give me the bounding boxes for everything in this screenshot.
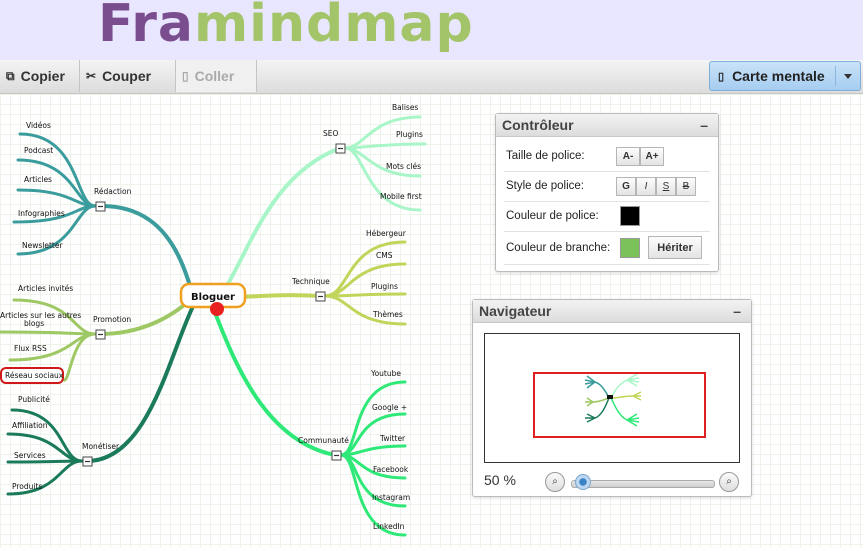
node-leaf[interactable]: Plugins bbox=[371, 282, 398, 291]
viewport-rect[interactable] bbox=[533, 372, 706, 438]
node-leaf[interactable]: Affiliation bbox=[12, 421, 48, 430]
node-technique[interactable]: Technique bbox=[291, 277, 330, 286]
branch-color-picker[interactable] bbox=[620, 238, 640, 258]
font-decrease-button[interactable]: A- bbox=[616, 147, 640, 166]
chevron-down-icon bbox=[844, 74, 852, 79]
underline-button[interactable]: S bbox=[656, 177, 676, 196]
node-leaf[interactable]: Thèmes bbox=[372, 310, 403, 319]
node-seo[interactable]: SEO bbox=[323, 129, 338, 138]
node-leaf[interactable]: Mobile first bbox=[380, 192, 422, 201]
navigator-panel: Navigateur – 50 % ⌕ ⌕ bbox=[472, 299, 752, 497]
app-logo: Framindmap bbox=[98, 0, 474, 54]
node-leaf[interactable]: Google + bbox=[372, 403, 407, 412]
node-leaf-selected[interactable]: Réseau sociaux bbox=[5, 371, 64, 380]
font-size-label: Taille de police: bbox=[506, 150, 585, 162]
controller-panel: Contrôleur – Taille de police: A- A+ Sty… bbox=[495, 113, 719, 272]
copy-icon: ⧉ bbox=[6, 68, 15, 83]
font-increase-button[interactable]: A+ bbox=[640, 147, 664, 166]
central-node-label: Bloguer bbox=[191, 292, 235, 303]
navigator-title: Navigateur bbox=[479, 303, 552, 319]
node-leaf[interactable]: Facebook bbox=[373, 465, 409, 474]
node-leaf[interactable]: Balises bbox=[392, 103, 418, 112]
document-icon: ▯ bbox=[718, 70, 725, 83]
node-leaf[interactable]: Newsletter bbox=[22, 241, 63, 250]
node-leaf[interactable]: Podcast bbox=[24, 146, 53, 155]
strikethrough-button[interactable]: B bbox=[676, 177, 696, 196]
minimize-icon[interactable]: – bbox=[700, 114, 708, 136]
node-leaf[interactable]: Flux RSS bbox=[14, 344, 47, 353]
node-leaf[interactable]: Plugins bbox=[396, 130, 423, 139]
node-leaf[interactable]: blogs bbox=[24, 319, 44, 328]
node-monetiser[interactable]: Monétiser bbox=[82, 442, 120, 451]
minimize-icon[interactable]: – bbox=[733, 300, 741, 322]
node-leaf[interactable]: Vidéos bbox=[26, 121, 51, 130]
zoom-in-icon[interactable]: ⌕ bbox=[719, 472, 739, 492]
font-color-label: Couleur de police: bbox=[506, 210, 599, 222]
node-leaf[interactable]: Publicité bbox=[18, 395, 50, 404]
cut-button[interactable]: ✂ Couper bbox=[80, 60, 176, 92]
node-leaf[interactable]: Twitter bbox=[379, 434, 406, 443]
controller-title: Contrôleur bbox=[502, 117, 574, 133]
node-leaf[interactable]: LinkedIn bbox=[373, 522, 405, 531]
node-promotion[interactable]: Promotion bbox=[93, 315, 131, 324]
node-leaf[interactable]: Infographies bbox=[18, 209, 65, 218]
map-mode-dropdown[interactable]: ▯ Carte mentale bbox=[709, 61, 861, 91]
italic-button[interactable]: I bbox=[636, 177, 656, 196]
node-leaf[interactable]: Articles invités bbox=[18, 284, 73, 293]
node-leaf[interactable]: Hébergeur bbox=[366, 229, 407, 238]
bold-button[interactable]: G bbox=[616, 177, 636, 196]
navigator-preview[interactable] bbox=[484, 333, 740, 463]
scissors-icon: ✂ bbox=[86, 69, 97, 83]
node-leaf[interactable]: Youtube bbox=[370, 369, 401, 378]
copy-button[interactable]: ⧉ Copier bbox=[0, 60, 80, 92]
node-leaf[interactable]: Services bbox=[14, 451, 46, 460]
paste-button[interactable]: ▯ Coller bbox=[176, 60, 257, 92]
clipboard-icon: ▯ bbox=[182, 69, 189, 83]
node-redaction[interactable]: Rédaction bbox=[94, 187, 132, 196]
zoom-slider[interactable] bbox=[571, 480, 715, 488]
zoom-level: 50 % bbox=[484, 472, 516, 488]
app-header: Framindmap bbox=[0, 0, 863, 60]
inherit-button[interactable]: Hériter bbox=[648, 236, 702, 259]
font-style-label: Style de police: bbox=[506, 180, 584, 192]
drag-handle[interactable] bbox=[210, 302, 224, 316]
zoom-slider-handle[interactable] bbox=[575, 474, 591, 490]
node-leaf[interactable]: Produits bbox=[12, 482, 42, 491]
toolbar: ⧉ Copier ✂ Couper ▯ Coller ▯ Carte mentale bbox=[0, 60, 863, 94]
node-leaf[interactable]: Articles bbox=[24, 175, 52, 184]
branch-color-label: Couleur de branche: bbox=[506, 242, 611, 254]
node-communaute[interactable]: Communauté bbox=[298, 436, 349, 445]
zoom-out-icon[interactable]: ⌕ bbox=[545, 472, 565, 492]
font-color-picker[interactable] bbox=[620, 206, 640, 226]
node-leaf[interactable]: CMS bbox=[376, 251, 393, 260]
node-leaf[interactable]: Mots clés bbox=[386, 162, 421, 171]
node-leaf[interactable]: Instagram bbox=[372, 493, 410, 502]
